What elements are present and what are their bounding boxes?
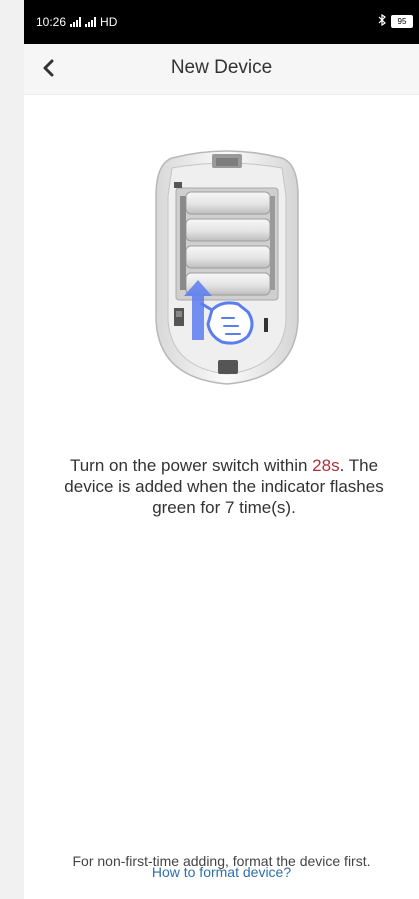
network-type: HD (100, 15, 118, 29)
device-illustration (152, 146, 302, 386)
battery-icon: 95 (391, 15, 413, 28)
signal-icon (85, 17, 97, 27)
bluetooth-icon (378, 13, 387, 29)
signal-icon (70, 17, 82, 27)
app-screen: 10:26 HD 95 New Device Turn on the power… (24, 0, 419, 899)
countdown-timer: 28s (312, 456, 340, 475)
page-title: New Device (170, 57, 273, 78)
instruction-prefix: Turn on the power switch within (69, 456, 313, 475)
status-bar: 10:26 HD 95 (24, 0, 419, 44)
navigation-bar: New Device (24, 44, 419, 95)
instruction-text: Turn on the power switch within 28s. The… (48, 455, 400, 518)
how-to-format-link[interactable]: How to format device? (24, 864, 419, 880)
status-time: 10:26 (36, 15, 67, 29)
